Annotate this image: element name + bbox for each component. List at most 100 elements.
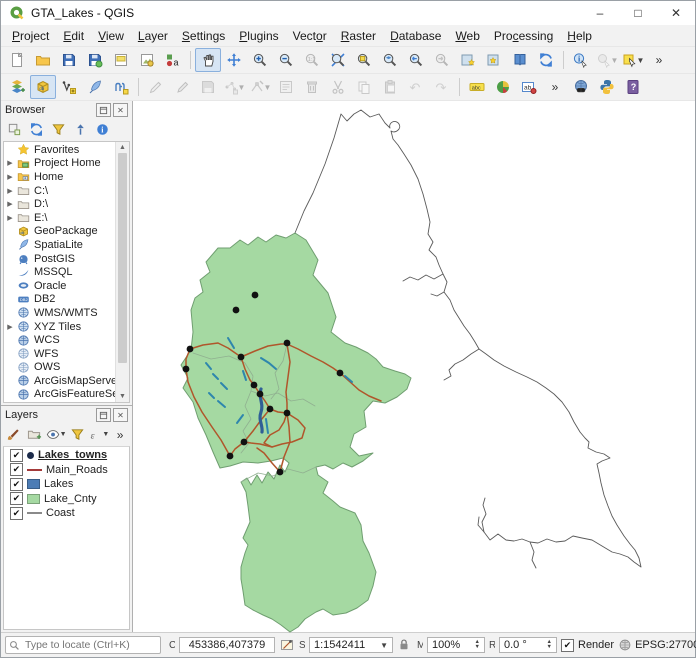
menu-vector[interactable]: Vector — [286, 27, 334, 45]
scroll-up-icon[interactable]: ▲ — [119, 142, 126, 153]
crs-status[interactable]: EPSG:27700 — [618, 638, 696, 652]
layer-visibility-checkbox[interactable]: ✔ — [10, 478, 23, 491]
browser-item-wms-wmts[interactable]: WMS/WMTS — [4, 306, 115, 320]
menu-settings[interactable]: Settings — [175, 27, 232, 45]
layer-diagrams-icon[interactable] — [490, 75, 516, 99]
zoom-out-icon[interactable] — [273, 48, 299, 72]
menu-web[interactable]: Web — [448, 27, 486, 45]
browser-item-favorites[interactable]: Favorites — [4, 143, 115, 157]
new-geopackage-layer-icon[interactable]: db — [30, 75, 56, 99]
refresh-browser-icon[interactable] — [26, 120, 47, 139]
toggle-extents-icon[interactable] — [279, 637, 295, 653]
rotation-box[interactable]: 0.0 °▲▼ — [499, 637, 557, 653]
browser-item-arcgismapserver[interactable]: ArcGisMapServer — [4, 374, 115, 388]
show-spatial-bookmarks-icon[interactable] — [481, 48, 507, 72]
collapse-all-icon[interactable] — [70, 120, 91, 139]
menu-plugins[interactable]: Plugins — [232, 27, 285, 45]
open-layer-styling-icon[interactable] — [4, 425, 24, 444]
zoom-in-icon[interactable] — [247, 48, 273, 72]
close-button[interactable]: ✕ — [657, 1, 695, 25]
layer-item-coast[interactable]: ✔Coast — [4, 506, 129, 521]
style-manager-icon[interactable]: a — [160, 48, 186, 72]
save-project-as-icon[interactable] — [82, 48, 108, 72]
new-print-layout-icon[interactable] — [108, 48, 134, 72]
open-data-source-manager-icon[interactable] — [4, 75, 30, 99]
browser-item-geopackage[interactable]: dbGeoPackage — [4, 225, 115, 239]
scale-combo[interactable]: 1:1542411▼ — [309, 637, 393, 653]
browser-item-oracle[interactable]: Oracle — [4, 279, 115, 293]
filter-browser-icon[interactable] — [48, 120, 69, 139]
scrollbar-thumb[interactable] — [118, 153, 127, 363]
layer-visibility-checkbox[interactable]: ✔ — [10, 463, 23, 476]
python-console-icon[interactable] — [594, 75, 620, 99]
menu-help[interactable]: Help — [560, 27, 599, 45]
toolbar-overflow[interactable]: » — [542, 75, 568, 99]
browser-item-db2[interactable]: DB2DB2 — [4, 293, 115, 307]
browser-item-wfs[interactable]: WFS — [4, 347, 115, 361]
lock-scale-icon[interactable] — [397, 637, 413, 653]
refresh-map-icon[interactable] — [533, 48, 559, 72]
browser-item-home[interactable]: ▶Home — [4, 170, 115, 184]
new-virtual-layer-icon[interactable] — [108, 75, 134, 99]
browser-item-d-[interactable]: ▶D:\ — [4, 197, 115, 211]
add-selected-layers-icon[interactable] — [4, 120, 25, 139]
browser-item-postgis[interactable]: PostGIS — [4, 252, 115, 266]
enable-properties-icon[interactable]: i — [92, 120, 113, 139]
browser-close-button[interactable]: ✕ — [113, 103, 128, 117]
pan-map-icon[interactable] — [195, 48, 221, 72]
map-canvas[interactable] — [133, 101, 695, 632]
metasearch-icon[interactable] — [568, 75, 594, 99]
menu-processing[interactable]: Processing — [487, 27, 560, 45]
expand-arrow-icon[interactable]: ▶ — [6, 187, 14, 195]
bookmark-manager-icon[interactable] — [507, 48, 533, 72]
new-shapefile-layer-icon[interactable] — [56, 75, 82, 99]
layer-item-lakes_towns[interactable]: ✔Lakes_towns — [4, 448, 129, 463]
locator-input[interactable] — [23, 638, 147, 652]
filter-legend-icon[interactable] — [68, 425, 88, 444]
menu-project[interactable]: Project — [5, 27, 56, 45]
coordinate-box[interactable]: 453386,407379 — [179, 637, 275, 653]
new-spatialite-layer-icon[interactable] — [82, 75, 108, 99]
toolbar-overflow[interactable]: » — [646, 48, 672, 72]
expand-arrow-icon[interactable]: ▶ — [6, 200, 14, 208]
manage-map-themes-icon[interactable]: ▼ — [46, 425, 67, 444]
zoom-last-icon[interactable] — [403, 48, 429, 72]
browser-item-c-[interactable]: ▶C:\ — [4, 184, 115, 198]
scroll-down-icon[interactable]: ▼ — [119, 391, 126, 402]
menu-layer[interactable]: Layer — [131, 27, 175, 45]
add-group-icon[interactable] — [25, 425, 45, 444]
layer-item-lakes[interactable]: ✔Lakes — [4, 477, 129, 492]
expand-arrow-icon[interactable]: ▶ — [6, 214, 14, 222]
filter-by-expression-icon[interactable]: ε▼ — [88, 425, 109, 444]
expand-arrow-icon[interactable]: ▶ — [6, 173, 14, 181]
expand-arrow-icon[interactable]: ▶ — [6, 159, 14, 167]
layer-item-main_roads[interactable]: ✔Main_Roads — [4, 463, 129, 478]
browser-float-button[interactable] — [96, 103, 111, 117]
browser-item-e-[interactable]: ▶E:\ — [4, 211, 115, 225]
layer-visibility-checkbox[interactable]: ✔ — [10, 492, 23, 505]
identify-features-icon[interactable]: i — [568, 48, 594, 72]
menu-edit[interactable]: Edit — [56, 27, 91, 45]
toolbar-overflow-icon[interactable]: » — [110, 425, 130, 444]
browser-item-wcs[interactable]: WCS — [4, 333, 115, 347]
new-spatial-bookmark-icon[interactable] — [455, 48, 481, 72]
spinner-icon[interactable]: ▲▼ — [475, 640, 480, 650]
browser-item-arcgisfeatureserver[interactable]: ArcGisFeatureServer — [4, 388, 115, 402]
new-project-icon[interactable] — [4, 48, 30, 72]
magnifier-box[interactable]: 100%▲▼ — [427, 637, 485, 653]
layer-visibility-checkbox[interactable]: ✔ — [10, 449, 23, 462]
browser-item-mssql[interactable]: MSSQL — [4, 265, 115, 279]
expand-arrow-icon[interactable]: ▶ — [6, 323, 14, 331]
maximize-button[interactable]: □ — [619, 1, 657, 25]
browser-item-xyz-tiles[interactable]: ▶XYZ Tiles — [4, 320, 115, 334]
spinner-icon[interactable]: ▲▼ — [547, 640, 552, 650]
save-project-icon[interactable] — [56, 48, 82, 72]
zoom-full-icon[interactable] — [325, 48, 351, 72]
menu-view[interactable]: View — [91, 27, 131, 45]
menu-database[interactable]: Database — [383, 27, 448, 45]
browser-scrollbar[interactable]: ▲ ▼ — [115, 142, 129, 402]
layer-visibility-checkbox[interactable]: ✔ — [10, 507, 23, 520]
layer-label-options-icon[interactable]: ab — [516, 75, 542, 99]
open-project-icon[interactable] — [30, 48, 56, 72]
layer-item-lake_cnty[interactable]: ✔Lake_Cnty — [4, 492, 129, 507]
